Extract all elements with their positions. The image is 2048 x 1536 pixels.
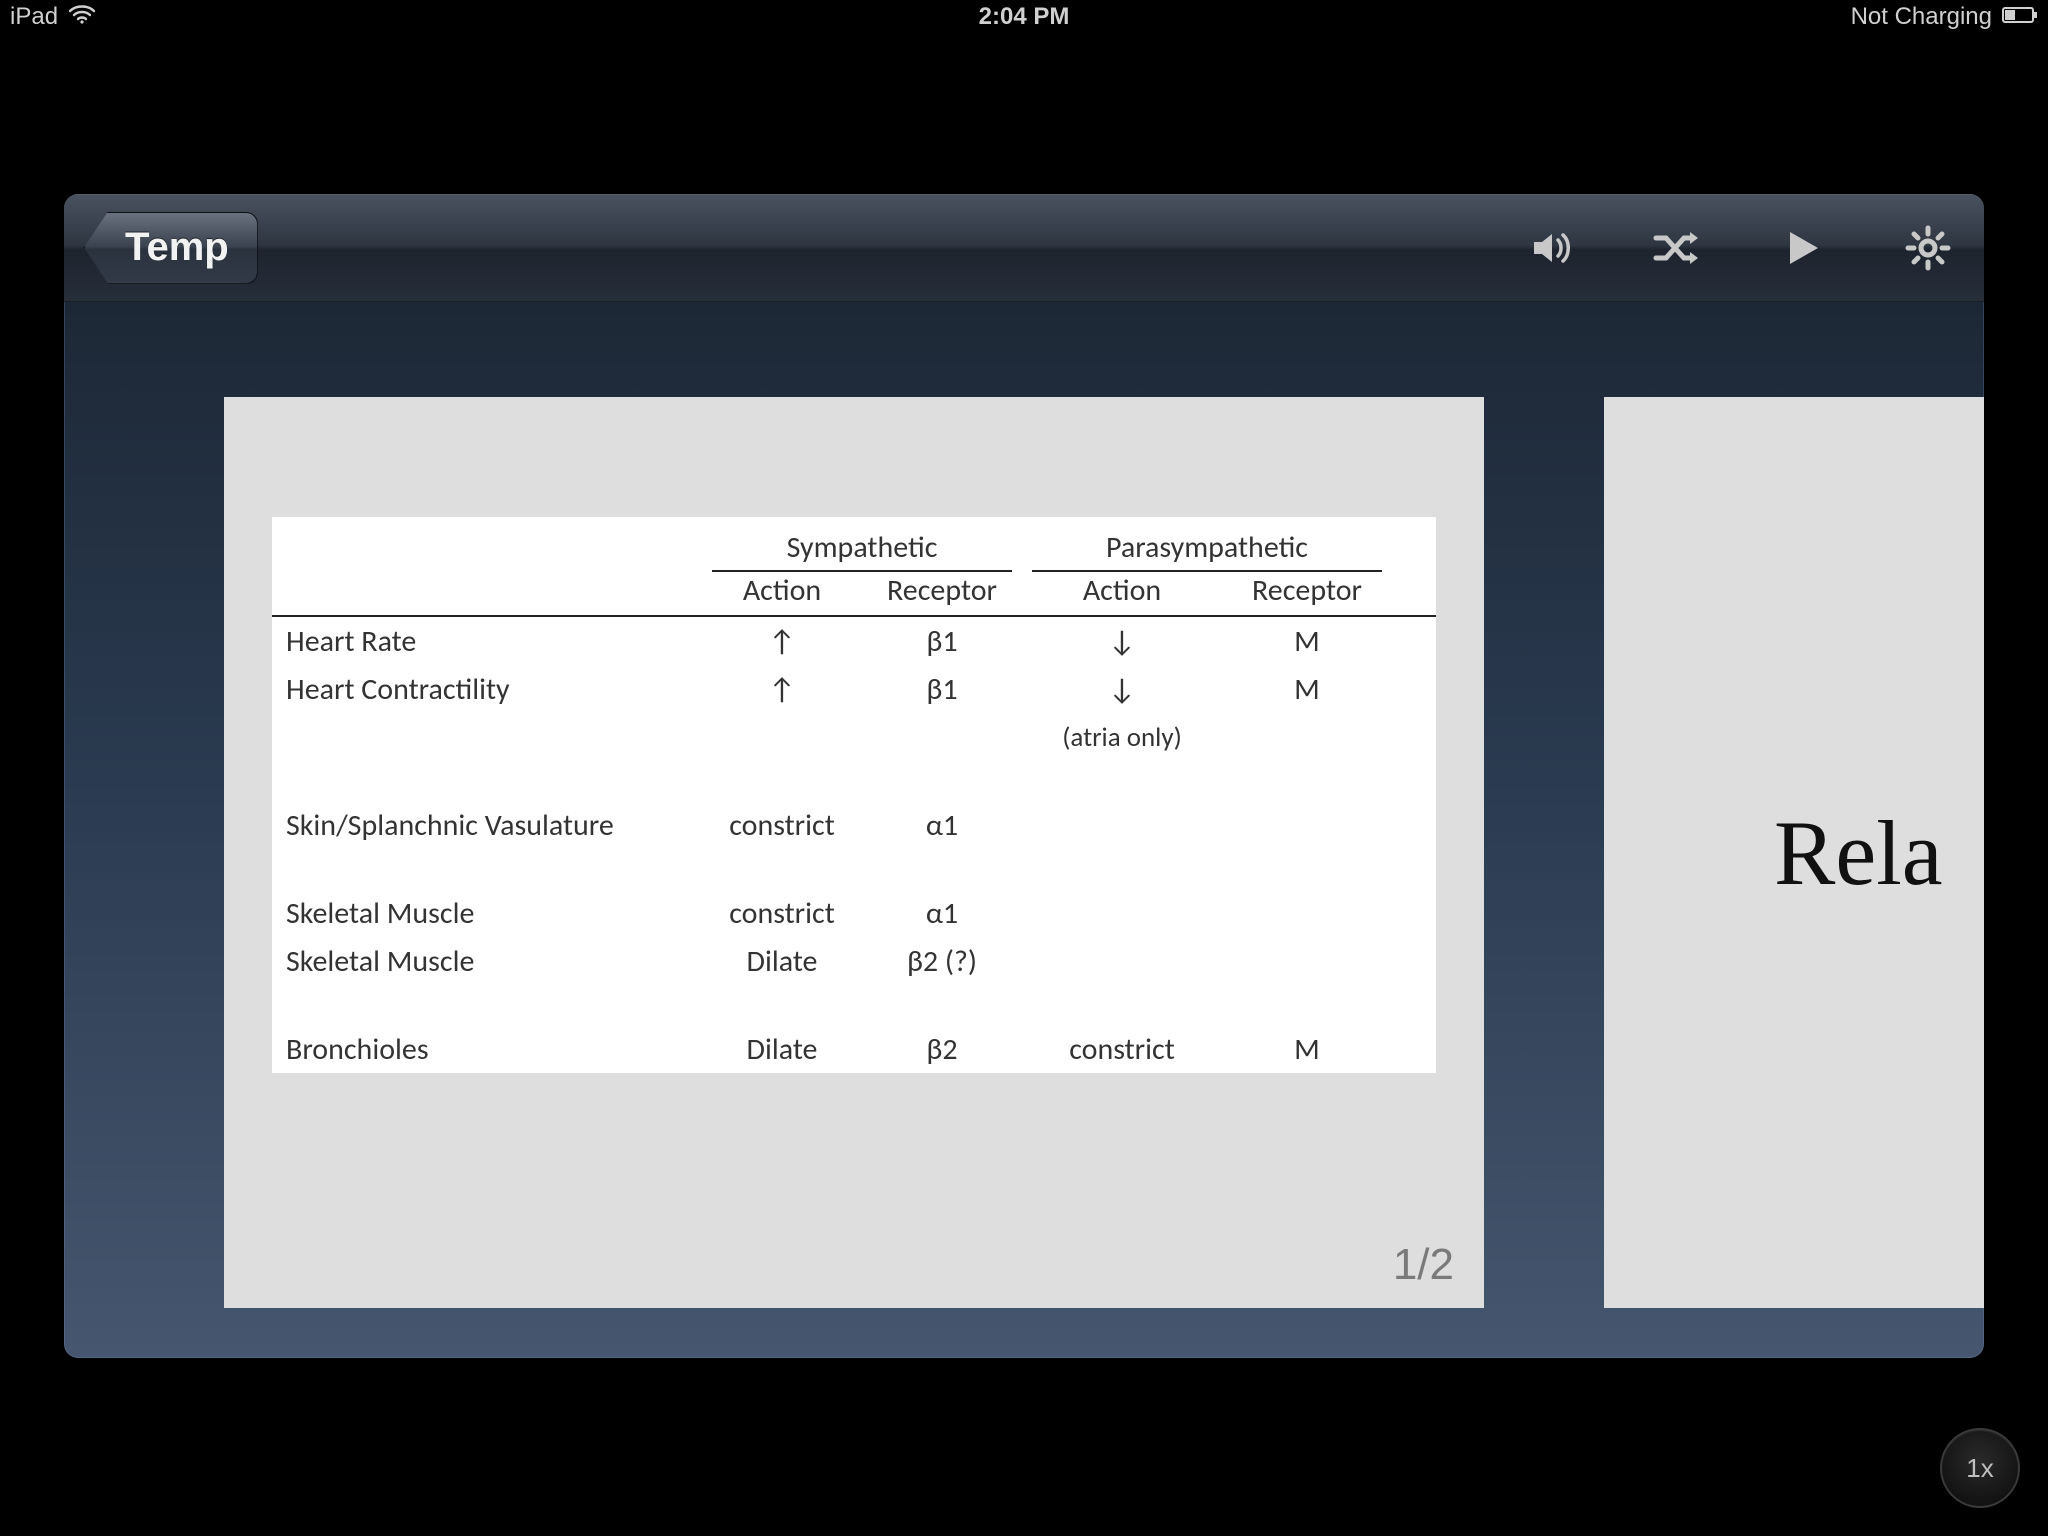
cell-symp-receptor: α1 xyxy=(862,807,1022,844)
row-label: Skeletal Muscle xyxy=(272,895,702,932)
gear-icon[interactable] xyxy=(1900,220,1956,276)
row-label: Heart Rate xyxy=(272,623,702,660)
cell-symp-action: constrict xyxy=(702,807,862,844)
status-right: Not Charging xyxy=(1851,3,2038,31)
cell-para-receptor: M xyxy=(1222,1031,1392,1068)
table-row: (atria only) xyxy=(272,713,1436,761)
cell-para-action: ↓ xyxy=(1022,623,1222,660)
content-area[interactable]: Sympathetic Parasympathetic Action Recep… xyxy=(64,302,1984,1358)
page-indicator: 1/2 xyxy=(1393,1240,1454,1290)
table-row: BronchiolesDilateβ2constrictM xyxy=(272,1025,1436,1073)
scale-badge[interactable]: 1x xyxy=(1940,1428,2020,1508)
wifi-icon xyxy=(68,3,96,31)
cell-symp-action: ↑ xyxy=(702,623,862,660)
cell-symp-action: constrict xyxy=(702,895,862,932)
table-row: Heart Contractility↑β1↓M xyxy=(272,665,1436,713)
flashcard-current[interactable]: Sympathetic Parasympathetic Action Recep… xyxy=(224,397,1484,1308)
col-group-sympathetic: Sympathetic xyxy=(787,529,938,566)
scale-badge-label: 1x xyxy=(1966,1453,1993,1484)
status-left: iPad xyxy=(10,3,96,31)
play-icon[interactable] xyxy=(1774,220,1830,276)
table-row: Skeletal MuscleDilateβ2 (?) xyxy=(272,937,1436,985)
cell-para-receptor: M xyxy=(1222,623,1392,660)
cell-symp-action: Dilate xyxy=(702,1031,862,1068)
cell-symp-receptor: β2 xyxy=(862,1031,1022,1068)
row-label: Bronchioles xyxy=(272,1031,702,1068)
col-action-symp: Action xyxy=(702,572,862,609)
cell-symp-receptor: β2 (?) xyxy=(862,943,1022,980)
cell-symp-receptor: β1 xyxy=(862,623,1022,660)
table-gap xyxy=(272,985,1436,1025)
toolbar: Temp xyxy=(64,194,1984,302)
cell-para-receptor: M xyxy=(1222,671,1392,708)
back-button-label: Temp xyxy=(125,225,229,270)
battery-status-text: Not Charging xyxy=(1851,3,1992,31)
cell-para-action: constrict xyxy=(1022,1031,1222,1068)
status-time: 2:04 PM xyxy=(979,3,1070,31)
cell-symp-action: Dilate xyxy=(702,943,862,980)
table-row: Heart Rate↑β1↓M xyxy=(272,617,1436,665)
table-gap xyxy=(272,761,1436,801)
physiology-table: Sympathetic Parasympathetic Action Recep… xyxy=(272,517,1436,1073)
toolbar-icons xyxy=(1522,220,1956,276)
col-group-parasympathetic: Parasympathetic xyxy=(1106,529,1308,566)
audio-icon[interactable] xyxy=(1522,220,1578,276)
cell-para-action: (atria only) xyxy=(1022,721,1222,754)
app-window: Temp xyxy=(64,194,1984,1358)
row-label: Heart Contractility xyxy=(272,671,702,708)
table-header-sub: Action Receptor Action Receptor xyxy=(272,572,1436,617)
status-bar: iPad 2:04 PM Not Charging xyxy=(0,0,2048,34)
device-label: iPad xyxy=(10,3,58,31)
cell-symp-receptor: α1 xyxy=(862,895,1022,932)
col-receptor-para: Receptor xyxy=(1222,572,1392,609)
cell-symp-receptor: β1 xyxy=(862,671,1022,708)
shuffle-icon[interactable] xyxy=(1648,220,1704,276)
table-row: Skin/Splanchnic Vasulatureconstrictα1 xyxy=(272,801,1436,849)
back-button[interactable]: Temp xyxy=(84,212,258,284)
col-receptor-symp: Receptor xyxy=(862,572,1022,609)
row-label: Skin/Splanchnic Vasulature xyxy=(272,807,702,844)
flashcard-next-preview[interactable]: Rela xyxy=(1604,397,1984,1308)
table-gap xyxy=(272,849,1436,889)
cell-para-action: ↓ xyxy=(1022,671,1222,708)
next-card-text: Rela xyxy=(1774,800,1943,906)
battery-icon xyxy=(2002,3,2038,31)
col-action-para: Action xyxy=(1022,572,1222,609)
cell-symp-action: ↑ xyxy=(702,671,862,708)
row-label: Skeletal Muscle xyxy=(272,943,702,980)
table-row: Skeletal Muscleconstrictα1 xyxy=(272,889,1436,937)
table-header-groups: Sympathetic Parasympathetic xyxy=(272,517,1436,572)
